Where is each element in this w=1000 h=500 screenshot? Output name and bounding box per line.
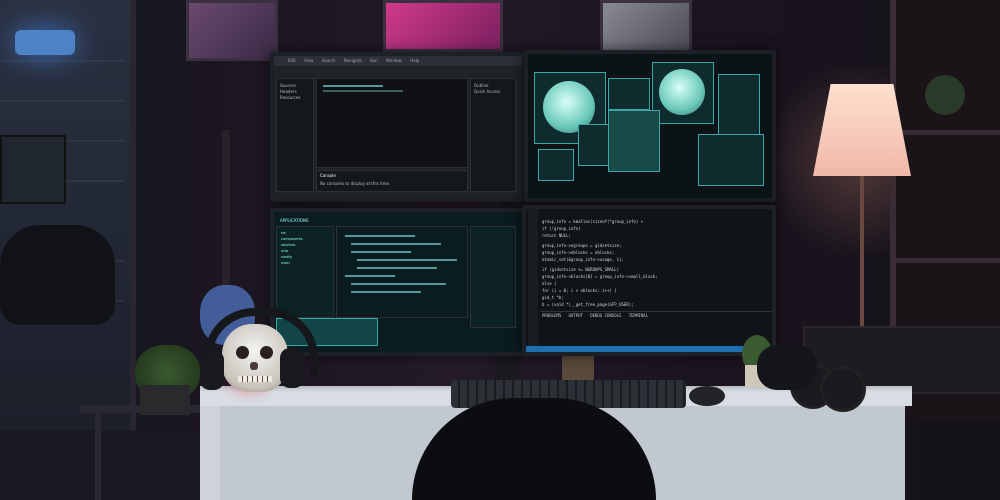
data-window: [538, 149, 574, 181]
monitor-bottom-right: group_info = kmalloc(sizeof(*group_info)…: [522, 205, 776, 356]
menu-item[interactable]: Search: [322, 58, 336, 63]
floor: [0, 430, 210, 500]
explorer-title: APPLICATIONS: [280, 218, 309, 223]
outline-panel: Outline Quick Access: [470, 78, 516, 192]
tree-item[interactable]: main: [281, 261, 290, 265]
tree-panel: src components services utils config mai…: [276, 226, 334, 318]
outline-item[interactable]: Outline: [474, 83, 488, 88]
dashboard-screen: [528, 54, 772, 198]
tree-item[interactable]: components: [281, 237, 303, 241]
background-monitor: [0, 135, 66, 204]
code-line: return NULL;: [542, 233, 571, 238]
tree-item[interactable]: src: [281, 231, 286, 235]
tab-terminal[interactable]: TERMINAL: [629, 313, 648, 318]
code-line: atomic_set(&group_info->usage, 1);: [542, 257, 624, 262]
tab-debug-console[interactable]: DEBUG CONSOLE: [590, 313, 621, 318]
data-window: [608, 110, 660, 172]
code-line: if (gidsetsize <= NGROUPS_SMALL): [542, 267, 620, 272]
poster-left: [186, 0, 278, 61]
headphone-cup: [280, 348, 304, 388]
code-line: [351, 283, 446, 285]
code-line: b = (void *)__get_free_page(GFP_USER);: [542, 302, 634, 307]
menu-item[interactable]: Window: [386, 58, 402, 63]
tab-output[interactable]: OUTPUT: [569, 313, 583, 318]
skull: [222, 324, 288, 392]
code-line: [351, 251, 411, 253]
divider: [540, 311, 772, 312]
headphone-cup: [820, 366, 866, 412]
menu-item[interactable]: View: [304, 58, 314, 63]
activity-bar: [528, 209, 538, 352]
headphone-stand: [757, 345, 817, 390]
code-line: group_info->nblocks = nblocks;: [542, 250, 615, 255]
menu-item[interactable]: Edit: [288, 58, 296, 63]
skull-eye: [236, 346, 249, 359]
code-line: [357, 259, 457, 261]
code-panel: [336, 226, 468, 318]
menu-item[interactable]: Navigate: [344, 58, 362, 63]
explorer-screen: APPLICATIONS src components services uti…: [274, 212, 522, 352]
globe-window: [652, 62, 714, 124]
poster-pink: [383, 0, 503, 52]
code-line: [357, 267, 437, 269]
console-tab[interactable]: Console: [320, 173, 336, 178]
editor-panel: [316, 78, 468, 168]
explorer-panel: Sources Headers Resources: [276, 78, 314, 192]
code-line: [345, 235, 415, 237]
shelf-board: [890, 130, 1000, 135]
code-line: [323, 90, 403, 92]
data-window: [608, 78, 650, 110]
code-line: group_info = kmalloc(sizeof(*group_info)…: [542, 219, 644, 224]
tree-item[interactable]: services: [281, 243, 295, 247]
tree-item[interactable]: config: [281, 255, 292, 259]
code-line: [351, 243, 441, 245]
ide-menubar: Edit View Search Navigate Run Window Hel…: [274, 56, 522, 66]
explorer-item[interactable]: Resources: [280, 95, 300, 100]
data-window: [698, 134, 764, 186]
outline-item[interactable]: Quick Access: [474, 89, 500, 94]
code-editor-screen: group_info = kmalloc(sizeof(*group_info)…: [526, 209, 772, 352]
lamp-pole: [860, 176, 864, 326]
terminal-tabs: PROBLEMS OUTPUT DEBUG CONSOLE TERMINAL: [542, 313, 648, 318]
code-line: for (i = 0; i < nblocks; i++) {: [542, 288, 617, 293]
code-line: [323, 85, 383, 87]
poster-right: [600, 0, 692, 56]
code-line: else {: [542, 281, 557, 286]
monitor-top-right: [524, 50, 776, 202]
explorer-item[interactable]: Sources: [280, 83, 296, 88]
status-bar: [526, 346, 772, 352]
globe-visual: [659, 69, 705, 115]
menu-item[interactable]: Help: [410, 58, 419, 63]
code-line: [345, 275, 395, 277]
hacker-desk-scene: Edit View Search Navigate Run Window Hel…: [0, 0, 1000, 500]
monitor-top-left: Edit View Search Navigate Run Window Hel…: [270, 52, 526, 202]
console-panel: Console No consoles to display at this t…: [316, 170, 468, 192]
shelf-plant: [925, 75, 965, 115]
desk-leg: [200, 400, 220, 500]
ide-screen: Edit View Search Navigate Run Window Hel…: [274, 56, 522, 198]
background-chair: [0, 225, 115, 325]
tab-problems[interactable]: PROBLEMS: [542, 313, 561, 318]
explorer-item[interactable]: Headers: [280, 89, 297, 94]
code-line: if (!group_info): [542, 226, 581, 231]
side-panel: [470, 226, 516, 328]
headphone-cup: [200, 350, 224, 390]
blue-light: [15, 30, 75, 55]
skull-teeth: [238, 376, 272, 382]
menu-item[interactable]: Run: [370, 58, 378, 63]
tree-item[interactable]: utils: [281, 249, 288, 253]
skull-nose: [250, 362, 258, 370]
shelf-board: [890, 258, 1000, 263]
code-line: gid_t *b;: [542, 295, 564, 300]
code-line: [351, 291, 421, 293]
side-table-leg: [95, 410, 101, 500]
data-window: [718, 74, 760, 136]
code-line: group_info->ngroups = gidsetsize;: [542, 243, 622, 248]
guitar-neck: [222, 130, 230, 300]
code-line: group_info->blocks[0] = group_info->smal…: [542, 274, 658, 279]
pot-left: [140, 385, 190, 415]
console-text: No consoles to display at this time.: [320, 181, 391, 186]
skull-eye: [260, 346, 273, 359]
mouse: [689, 386, 725, 406]
